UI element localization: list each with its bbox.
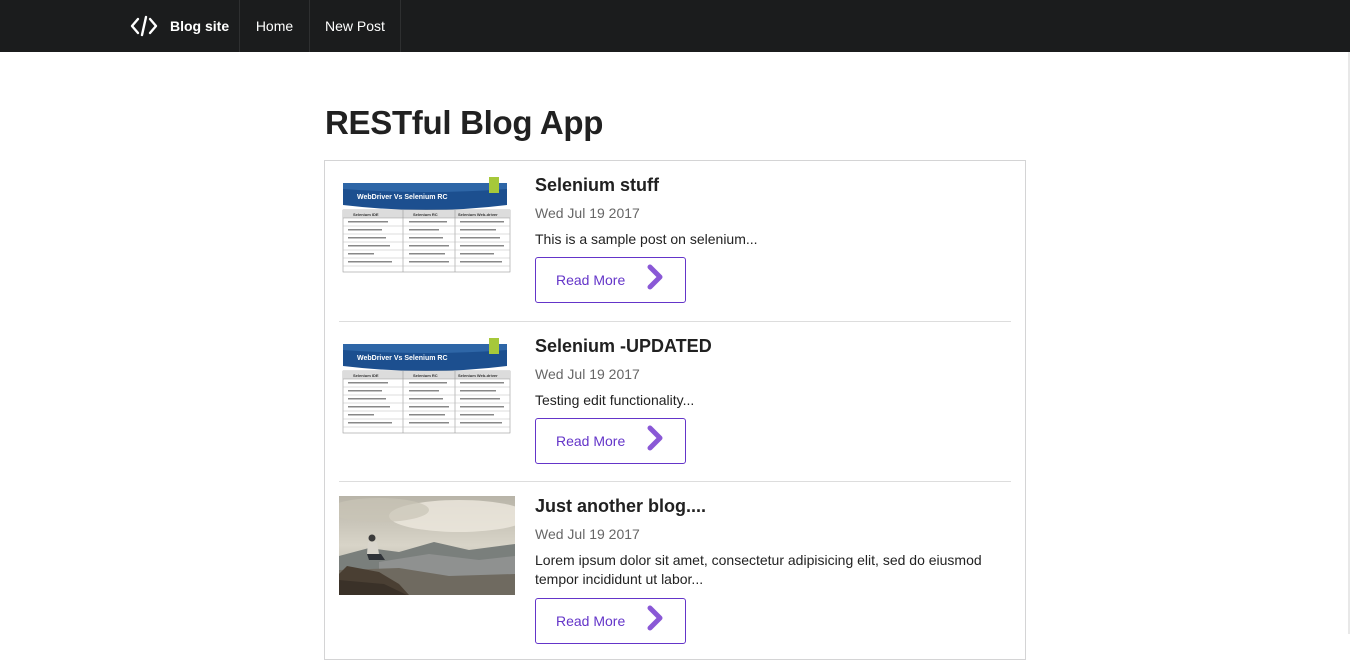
nav-new-post-link[interactable]: New Post	[310, 0, 401, 52]
post-item: WebDriver Vs Selenium RC Selenium IDE Se…	[339, 336, 1011, 482]
read-more-label: Read More	[556, 613, 626, 629]
svg-text:Selenium RC: Selenium RC	[413, 212, 438, 217]
post-excerpt: This is a sample post on selenium...	[535, 231, 758, 247]
post-excerpt: Testing edit functionality...	[535, 392, 695, 408]
read-more-button[interactable]: Read More	[535, 598, 686, 644]
chevron-right-icon	[644, 604, 666, 632]
post-title[interactable]: Selenium -UPDATED	[535, 336, 712, 357]
brand-link[interactable]: Blog site	[112, 0, 240, 52]
code-icon	[128, 13, 160, 39]
brand-name: Blog site	[170, 18, 230, 34]
svg-text:Selenium IDE: Selenium IDE	[353, 373, 379, 378]
post-thumbnail[interactable]: WebDriver Vs Selenium RC Selenium IDE Se…	[339, 175, 515, 275]
read-more-button[interactable]: Read More	[535, 418, 686, 464]
post-title[interactable]: Just another blog....	[535, 496, 706, 517]
post-date: Wed Jul 19 2017	[535, 526, 640, 542]
post-item: WebDriver Vs Selenium RC Selenium IDE Se…	[339, 175, 1011, 321]
chevron-right-icon	[644, 424, 666, 452]
thumbnail-banner-text: WebDriver Vs Selenium RC	[357, 194, 448, 201]
post-title[interactable]: Selenium stuff	[535, 175, 659, 196]
svg-text:Selenium IDE: Selenium IDE	[353, 212, 379, 217]
post-thumbnail[interactable]: WebDriver Vs Selenium RC Selenium IDE Se…	[339, 336, 515, 436]
svg-text:Selenium Web-driver: Selenium Web-driver	[458, 212, 498, 217]
read-more-label: Read More	[556, 272, 626, 288]
post-divider	[339, 481, 1011, 482]
post-list: WebDriver Vs Selenium RC Selenium IDE Se…	[324, 160, 1026, 660]
top-nav-bar: Blog site Home New Post	[0, 0, 1350, 52]
post-divider	[339, 321, 1011, 322]
post-thumbnail[interactable]	[339, 496, 515, 595]
read-more-button[interactable]: Read More	[535, 257, 686, 303]
post-excerpt: Lorem ipsum dolor sit amet, consectetur …	[535, 552, 982, 587]
chevron-right-icon	[644, 263, 666, 291]
post-item: Just another blog.... Wed Jul 19 2017 Lo…	[339, 496, 1011, 656]
post-date: Wed Jul 19 2017	[535, 366, 640, 382]
post-date: Wed Jul 19 2017	[535, 205, 640, 221]
page-title: RESTful Blog App	[325, 104, 604, 141]
svg-text:Selenium RC: Selenium RC	[413, 373, 438, 378]
thumbnail-banner-text: WebDriver Vs Selenium RC	[357, 355, 448, 362]
nav-home-link[interactable]: Home	[240, 0, 310, 52]
svg-text:Selenium Web-driver: Selenium Web-driver	[458, 373, 498, 378]
read-more-label: Read More	[556, 433, 626, 449]
